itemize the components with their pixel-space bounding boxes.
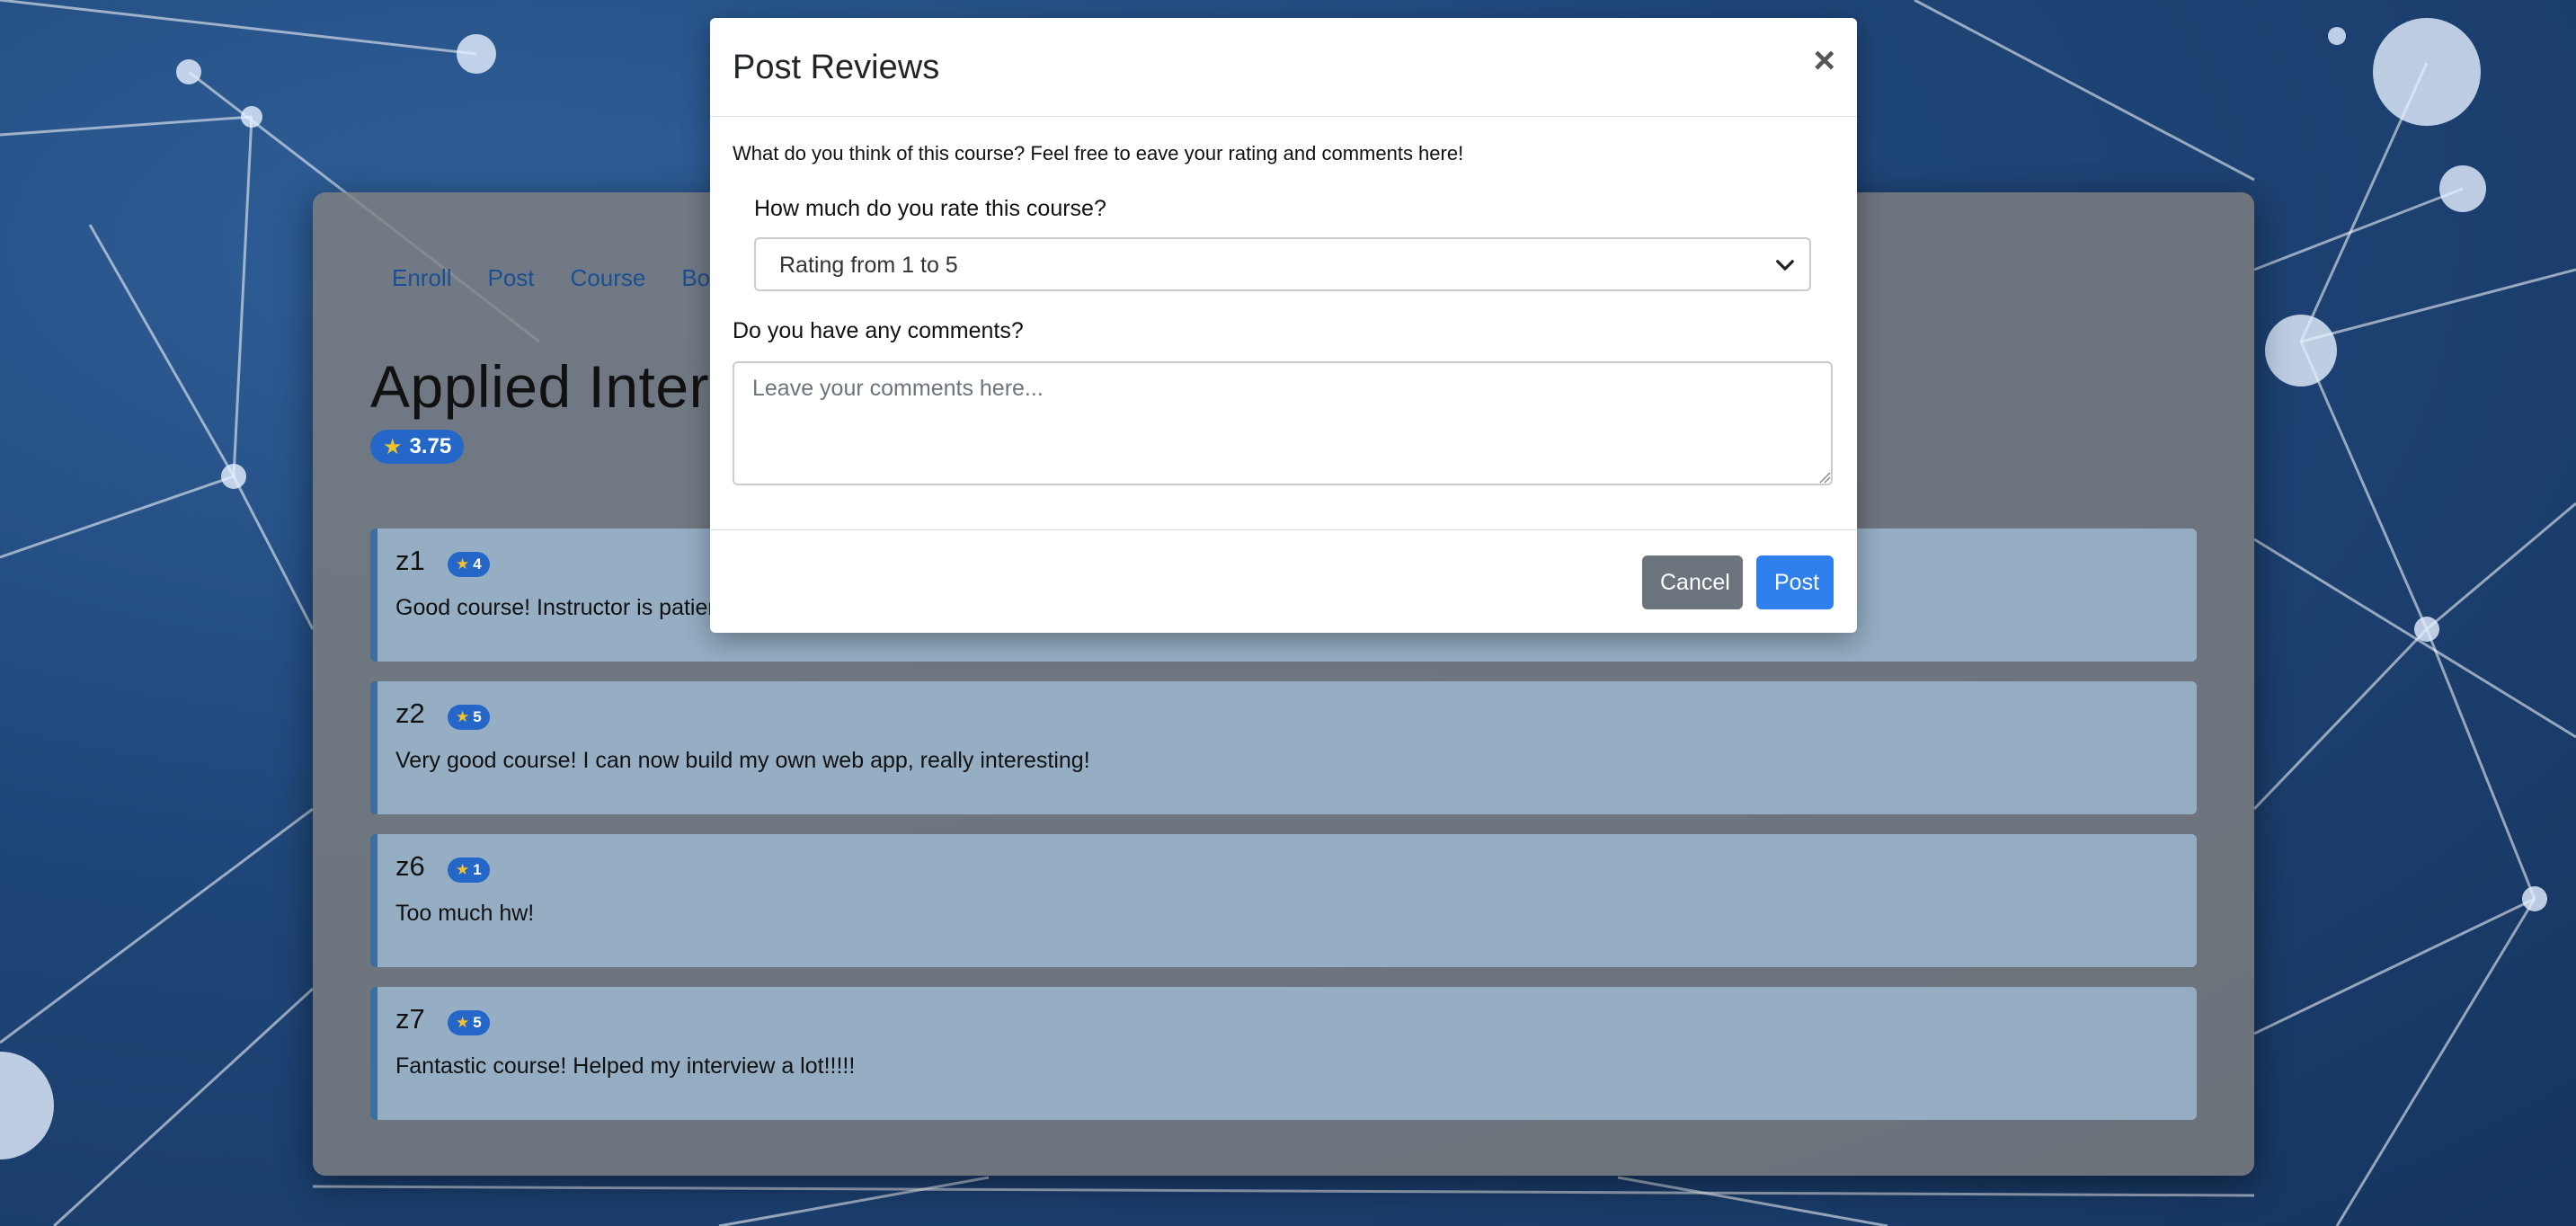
comments-question-label: Do you have any comments? <box>733 318 1024 343</box>
review-author: z7 <box>395 1003 425 1035</box>
course-rating-value: 3.75 <box>409 434 452 458</box>
resize-grip-icon[interactable] <box>1818 471 1831 484</box>
close-icon[interactable]: × <box>1813 41 1835 79</box>
rating-question-label: How much do you rate this course? <box>754 196 1106 221</box>
nav-post[interactable]: Post <box>487 264 534 292</box>
post-review-modal: Post Reviews × What do you think of this… <box>710 18 1857 633</box>
review-comment: Very good course! I can now build my own… <box>395 748 1090 773</box>
star-icon: ★ <box>456 708 470 725</box>
modal-header: Post Reviews × <box>710 18 1857 117</box>
review-comment: Too much hw! <box>395 901 535 926</box>
star-icon: ★ <box>456 861 470 878</box>
modal-body: What do you think of this course? Feel f… <box>710 117 1857 530</box>
star-icon: ★ <box>456 555 470 573</box>
comments-textarea[interactable] <box>733 361 1833 485</box>
rating-select[interactable]: Rating from 1 to 5 <box>754 237 1811 291</box>
course-nav: Enroll Post Course Bo <box>392 264 746 292</box>
review-rating-value: 4 <box>473 555 482 573</box>
nav-item-partial[interactable]: Bo <box>681 264 710 292</box>
review-rating-value: 1 <box>473 861 482 878</box>
review-author: z6 <box>395 850 425 882</box>
review-author: z1 <box>395 545 425 576</box>
chevron-down-icon <box>1776 260 1794 271</box>
review-rating-badge: ★ 5 <box>448 705 490 730</box>
review-item: z2 ★ 5 Very good course! I can now build… <box>370 681 2197 814</box>
rating-select-value: Rating from 1 to 5 <box>779 253 958 278</box>
star-icon: ★ <box>456 1014 470 1031</box>
review-item: z6 ★ 1 Too much hw! <box>370 834 2197 967</box>
review-rating-value: 5 <box>473 1014 482 1031</box>
post-button[interactable]: Post <box>1756 555 1834 609</box>
review-rating-value: 5 <box>473 708 482 725</box>
review-rating-badge: ★ 1 <box>448 857 490 883</box>
cancel-button[interactable]: Cancel <box>1642 555 1743 609</box>
modal-intro-text: What do you think of this course? Feel f… <box>733 142 1464 164</box>
review-rating-badge: ★ 4 <box>448 552 490 577</box>
star-icon: ★ <box>383 434 403 459</box>
review-author: z2 <box>395 697 425 729</box>
review-item: z7 ★ 5 Fantastic course! Helped my inter… <box>370 987 2197 1120</box>
nav-enroll[interactable]: Enroll <box>392 264 451 292</box>
review-comment: Good course! Instructor is patien <box>395 595 721 620</box>
modal-footer: Cancel Post <box>710 530 1857 631</box>
modal-title: Post Reviews <box>733 49 940 86</box>
course-rating-badge: ★ 3.75 <box>370 430 465 464</box>
review-comment: Fantastic course! Helped my interview a … <box>395 1053 856 1079</box>
review-rating-badge: ★ 5 <box>448 1010 490 1035</box>
nav-course[interactable]: Course <box>571 264 646 292</box>
